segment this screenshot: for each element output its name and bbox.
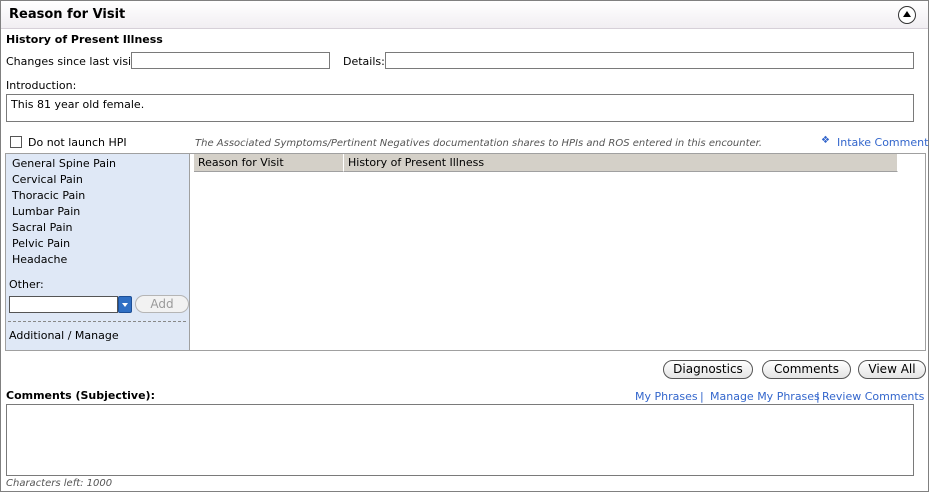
- panel-header: Reason for Visit: [1, 1, 928, 29]
- reason-item-headache[interactable]: Headache: [12, 253, 67, 266]
- reason-item-thoracic-pain[interactable]: Thoracic Pain: [12, 189, 85, 202]
- manage-phrases-link[interactable]: Manage My Phrases: [710, 390, 820, 403]
- details-input[interactable]: [385, 52, 914, 69]
- dont-launch-label: Do not launch HPI: [28, 136, 127, 149]
- reason-item-general-spine-pain[interactable]: General Spine Pain: [12, 157, 116, 170]
- intro-textarea[interactable]: This 81 year old female.: [6, 94, 914, 122]
- collapse-icon[interactable]: [898, 6, 916, 24]
- diagnostics-button[interactable]: Diagnostics: [663, 360, 753, 379]
- link-separator: |: [816, 390, 820, 403]
- comments-label: Comments (Subjective):: [6, 389, 155, 402]
- other-combo-input[interactable]: [9, 296, 118, 313]
- characters-left: Characters left: 1000: [6, 478, 113, 489]
- column-header-reason[interactable]: Reason for Visit: [194, 154, 344, 172]
- my-phrases-link[interactable]: My Phrases: [635, 390, 698, 403]
- reason-item-lumbar-pain[interactable]: Lumbar Pain: [12, 205, 80, 218]
- comments-button[interactable]: Comments: [762, 360, 851, 379]
- review-comments-link[interactable]: Review Comments: [822, 390, 924, 403]
- intro-label: Introduction:: [6, 79, 77, 92]
- add-button[interactable]: Add: [135, 295, 189, 313]
- link-separator: |: [700, 390, 704, 403]
- other-label: Other:: [9, 278, 44, 291]
- reason-item-cervical-pain[interactable]: Cervical Pain: [12, 173, 83, 186]
- reason-item-pelvic-pain[interactable]: Pelvic Pain: [12, 237, 70, 250]
- view-all-button[interactable]: View All: [858, 360, 926, 379]
- shared-note: The Associated Symptoms/Pertinent Negati…: [195, 138, 763, 149]
- additional-manage-link[interactable]: Additional / Manage: [9, 329, 119, 342]
- dont-launch-checkbox[interactable]: [10, 136, 22, 148]
- intake-comments-icon[interactable]: ❖: [821, 135, 830, 146]
- changes-label: Changes since last visit:: [6, 55, 140, 68]
- hpi-heading: History of Present Illness: [6, 33, 163, 46]
- chevron-down-icon[interactable]: [118, 296, 132, 313]
- column-header-hpi[interactable]: History of Present Illness: [344, 154, 898, 172]
- changes-input[interactable]: [131, 52, 330, 69]
- intake-comments-link[interactable]: Intake Comments: [837, 136, 929, 149]
- panel-title: Reason for Visit: [9, 7, 126, 22]
- reason-item-sacral-pain[interactable]: Sacral Pain: [12, 221, 73, 234]
- details-label: Details:: [343, 55, 385, 68]
- comments-textarea[interactable]: [6, 404, 914, 476]
- divider: [8, 321, 186, 322]
